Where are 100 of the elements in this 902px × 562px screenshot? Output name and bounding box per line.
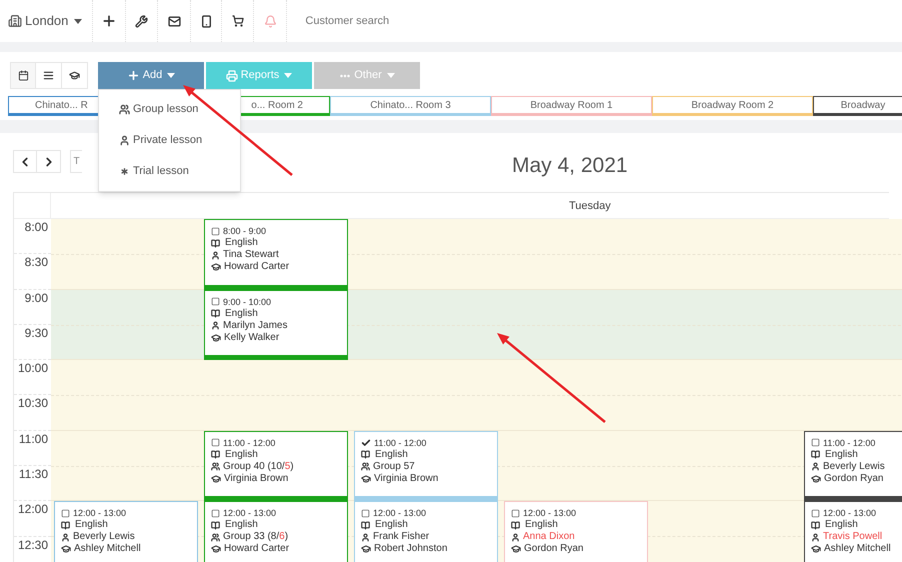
graduation-cap-icon [211, 262, 221, 272]
time-label: 11:00 [18, 430, 48, 448]
lesson-teacher: Howard Carter [224, 261, 290, 273]
list-view-button[interactable] [36, 62, 62, 89]
graduation-cap-icon [211, 474, 221, 484]
lesson-time: 11:00 - 12:00 [223, 436, 276, 449]
lesson-card[interactable]: 12:00 - 13:00 English Travis Powell Ashley Mitchell [804, 501, 902, 562]
user-icon [211, 250, 220, 260]
list-icon [43, 70, 54, 81]
lesson-participant: Tina Stewart [223, 249, 279, 261]
time-label: 9:30 [24, 324, 48, 342]
lesson-time: 11:00 - 12:00 [823, 436, 876, 449]
plus-icon [101, 13, 118, 29]
customer-search-field[interactable]: Customer search [305, 0, 506, 42]
location-selector[interactable]: London [0, 0, 94, 42]
book-icon [61, 520, 70, 530]
day-header: Tuesday [568, 199, 611, 214]
lesson-time: 12:00 - 13:00 [73, 507, 126, 520]
lesson-teacher: Virginia Brown [224, 472, 288, 485]
lesson-card[interactable]: 11:00 - 12:00 English Group 57 Virginia Brown [354, 430, 498, 502]
room-tab[interactable]: Chinato... Room 3 [330, 96, 491, 116]
lesson-card[interactable]: 8:00 - 9:00 English Tina Stewart Howard Carter [204, 219, 348, 290]
time-label: 11:30 [18, 466, 48, 484]
book-icon [811, 450, 820, 460]
lesson-teacher: Howard Carter [224, 543, 290, 556]
graduation-cap-icon [361, 544, 371, 554]
wrench-icon [135, 14, 148, 28]
lesson-card[interactable]: 12:00 - 13:00 English Anna Dixon Gordon Ryan [504, 501, 648, 562]
lesson-teacher: Gordon Ryan [524, 543, 584, 556]
room-tab[interactable]: Broadway [813, 96, 902, 116]
bell-icon [264, 14, 277, 28]
previous-button[interactable] [13, 150, 37, 173]
next-button[interactable] [37, 150, 61, 173]
graduation-cap-icon [211, 332, 221, 343]
time-label: 9:00 [24, 290, 48, 307]
lesson-time: 12:00 - 13:00 [373, 507, 426, 520]
users-icon [119, 104, 130, 115]
lesson-subject: English [825, 519, 858, 532]
lesson-subject: English [525, 519, 558, 532]
time-label: 10:30 [18, 395, 48, 412]
lesson-teacher: Robert Johnston [374, 543, 448, 556]
lesson-teacher: Virginia Brown [374, 472, 438, 485]
lesson-teacher: Ashley Mitchell [824, 543, 891, 556]
book-icon [811, 520, 820, 530]
lesson-card[interactable]: 12:00 - 13:00 English Beverly Lewis Ashley Mitchell [54, 501, 198, 562]
graduation-cap-icon [211, 544, 221, 554]
lesson-participant: Travis Powell [823, 531, 882, 544]
lesson-time: 8:00 - 9:00 [223, 225, 266, 237]
users-icon [211, 462, 220, 472]
lesson-card[interactable]: 11:00 - 12:00 English Beverly Lewis Gordon Ryan [804, 430, 902, 502]
date-title: May 4, 2021 [512, 153, 628, 179]
asterisk-icon [119, 166, 130, 177]
lesson-time: 11:00 - 12:00 [374, 436, 426, 449]
lesson-subject: English [75, 519, 108, 532]
calendar-view-button[interactable] [10, 62, 36, 89]
lesson-subject: English [225, 448, 258, 461]
lesson-card[interactable]: 9:00 - 10:00 English Marilyn James Kelly Walker [204, 290, 348, 360]
lesson-subject: English [225, 237, 258, 249]
lesson-participant: Frank Fisher [373, 531, 430, 544]
graduation-cap-icon [811, 474, 821, 484]
users-icon [361, 462, 370, 472]
lesson-teacher: Gordon Ryan [824, 472, 884, 485]
room-tab[interactable]: Broadway Room 2 [652, 96, 813, 116]
menu-item[interactable]: Private lesson [99, 125, 240, 156]
book-icon [361, 520, 370, 530]
user-icon [511, 532, 520, 542]
book-icon [211, 520, 220, 530]
lesson-time: 12:00 - 13:00 [523, 507, 576, 520]
lesson-subject: English [375, 448, 408, 461]
calendar-icon [18, 70, 28, 81]
user-icon [361, 532, 370, 542]
time-label: 8:30 [24, 254, 48, 272]
user-icon [211, 321, 220, 330]
book-icon [211, 309, 220, 318]
lesson-participant: Group 33 (8/6) [223, 531, 288, 544]
lesson-subject: English [225, 308, 258, 320]
time-label: 10:00 [18, 360, 48, 378]
time-label: 12:30 [18, 536, 48, 554]
room-tab[interactable]: Broadway Room 1 [491, 96, 652, 116]
lesson-card[interactable]: 12:00 - 13:00 English Group 33 (8/6) Howard Carter [204, 501, 348, 562]
book-icon [361, 450, 370, 460]
user-icon [119, 135, 130, 146]
book-icon [211, 450, 220, 460]
today-button[interactable]: T [70, 150, 82, 173]
lesson-time: 9:00 - 10:00 [223, 296, 272, 308]
graduation-cap-icon [69, 70, 80, 81]
lesson-subject: English [375, 519, 408, 532]
lesson-participant: Beverly Lewis [823, 460, 885, 473]
lesson-participant: Group 40 (10/5) [223, 460, 294, 473]
lesson-card[interactable]: 11:00 - 12:00 English Group 40 (10/5) Virginia Brown [204, 430, 348, 502]
course-view-button[interactable] [62, 62, 88, 89]
printer-icon [226, 70, 238, 82]
book-icon [511, 520, 520, 530]
lesson-participant: Marilyn James [223, 320, 288, 332]
book-icon [211, 238, 220, 248]
caret-icon [284, 73, 292, 78]
lesson-subject: English [825, 448, 858, 461]
menu-item[interactable]: Trial lesson [99, 156, 240, 187]
lesson-card[interactable]: 12:00 - 13:00 English Frank Fisher Robert Johnston [354, 501, 498, 562]
cart-icon [232, 15, 244, 27]
